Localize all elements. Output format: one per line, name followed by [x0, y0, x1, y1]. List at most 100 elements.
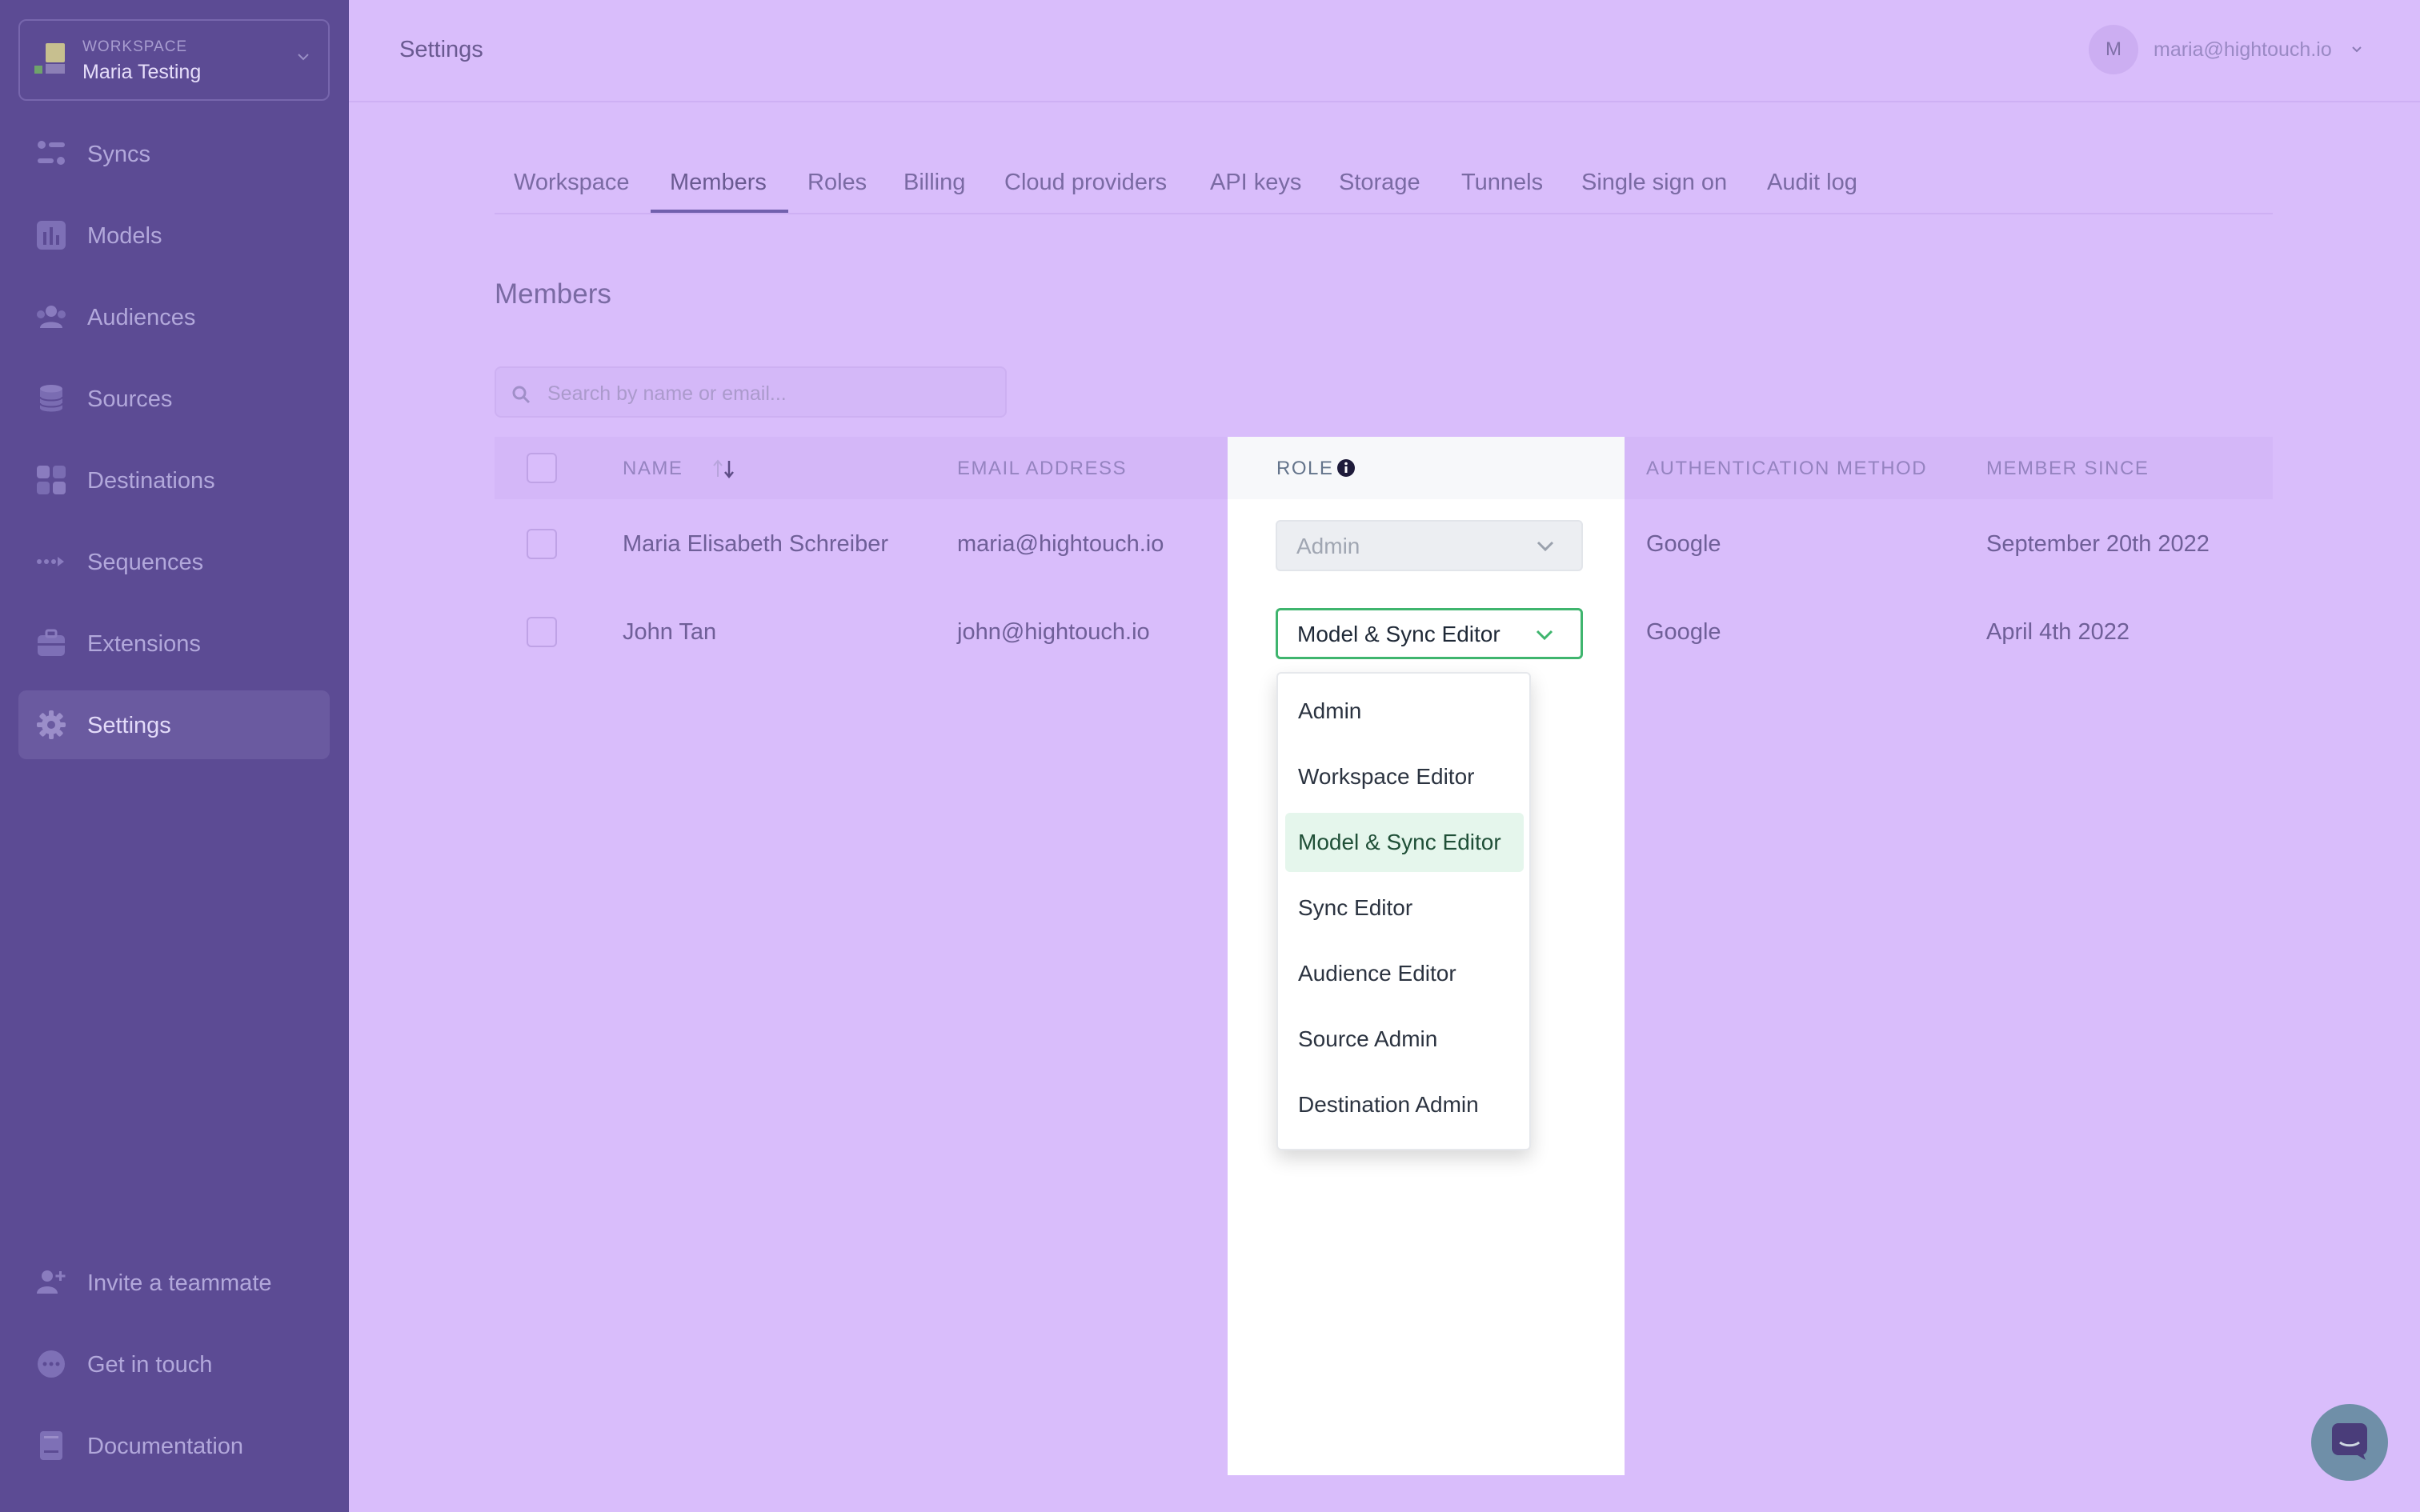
role-option-destination-admin[interactable]: Destination Admin — [1285, 1075, 1524, 1134]
tab-roles[interactable]: Roles — [807, 170, 867, 196]
chat-launcher[interactable] — [2311, 1404, 2388, 1481]
column-header-role: ROLE — [1276, 458, 1334, 479]
column-header-name[interactable]: NAME — [623, 458, 683, 480]
row-checkbox[interactable] — [527, 529, 557, 559]
invite-icon — [37, 1270, 66, 1294]
sidebar-item-label: Destinations — [87, 468, 215, 494]
role-option-model-sync-editor[interactable]: Model & Sync Editor — [1285, 813, 1524, 872]
sidebar-item-label: Extensions — [87, 631, 201, 657]
sequences-icon — [37, 557, 64, 566]
sidebar-item-audiences[interactable]: Audiences — [18, 282, 330, 351]
tab-storage[interactable]: Storage — [1339, 170, 1420, 196]
tab-workspace[interactable]: Workspace — [514, 170, 630, 196]
chevron-down-icon — [298, 54, 309, 61]
tab-single-sign-on[interactable]: Single sign on — [1581, 170, 1727, 196]
sidebar-item-documentation[interactable]: Documentation — [18, 1411, 330, 1480]
extensions-icon — [38, 629, 65, 656]
chevron-down-icon — [1537, 541, 1554, 552]
sidebar-item-sequences[interactable]: Sequences — [18, 527, 330, 596]
column-header-since: MEMBER SINCE — [1986, 458, 2150, 479]
page-title: Settings — [399, 37, 483, 62]
menu-item-label: Audience Editor — [1298, 961, 1456, 986]
sidebar-item-label: Sequences — [87, 550, 204, 575]
search-placeholder: Search by name or email... — [547, 382, 787, 405]
member-auth: Google — [1646, 531, 1721, 557]
role-select-value: Model & Sync Editor — [1297, 622, 1500, 646]
menu-item-label: Workspace Editor — [1298, 764, 1475, 789]
member-since: September 20th 2022 — [1986, 531, 2210, 557]
column-header-auth: AUTHENTICATION METHOD — [1646, 458, 1928, 479]
chat-icon — [38, 1350, 65, 1378]
sidebar-item-sources[interactable]: Sources — [18, 364, 330, 433]
sidebar-item-label: Get in touch — [87, 1352, 213, 1378]
menu-item-label: Admin — [1298, 698, 1362, 723]
member-auth: Google — [1646, 619, 1721, 645]
search-input[interactable]: Search by name or email... — [495, 366, 1007, 418]
sidebar-item-label: Audiences — [87, 305, 196, 330]
role-column-header: ROLE — [1228, 437, 1625, 499]
tab-audit-log[interactable]: Audit log — [1767, 170, 1857, 196]
search-icon — [512, 386, 531, 404]
sidebar-item-label: Syncs — [87, 142, 150, 167]
sidebar-item-syncs[interactable]: Syncs — [18, 119, 330, 188]
settings-tabs: Workspace Members Roles Billing Cloud pr… — [495, 160, 2273, 214]
sidebar-item-models[interactable]: Models — [18, 201, 330, 270]
sidebar-item-invite[interactable]: Invite a teammate — [18, 1248, 330, 1317]
section-title: Members — [495, 278, 611, 310]
tab-cloud-providers[interactable]: Cloud providers — [1004, 170, 1167, 196]
tab-tunnels[interactable]: Tunnels — [1461, 170, 1543, 196]
member-email: maria@hightouch.io — [957, 531, 1164, 557]
role-column-highlight: ROLE Admin Model & Sync Editor Admin Wor… — [1228, 437, 1625, 1475]
workspace-switcher[interactable]: WORKSPACE Maria Testing — [18, 19, 330, 101]
sidebar-item-destinations[interactable]: Destinations — [18, 446, 330, 514]
role-option-admin[interactable]: Admin — [1285, 682, 1524, 741]
role-select[interactable]: Model & Sync Editor — [1276, 608, 1583, 659]
sidebar-item-label: Documentation — [87, 1434, 244, 1459]
syncs-icon — [38, 141, 65, 165]
member-name: Maria Elisabeth Schreiber — [623, 531, 889, 557]
sidebar-item-settings[interactable]: Settings — [18, 690, 330, 759]
row-checkbox[interactable] — [527, 617, 557, 647]
workspace-caption: WORKSPACE — [82, 38, 188, 55]
user-email[interactable]: maria@hightouch.io — [2154, 38, 2332, 62]
sidebar-item-label: Sources — [87, 386, 173, 412]
sidebar-item-label: Invite a teammate — [87, 1270, 272, 1296]
sidebar-item-extensions[interactable]: Extensions — [18, 609, 330, 678]
messenger-icon — [2332, 1423, 2367, 1460]
audiences-icon — [37, 306, 66, 328]
role-select-value: Admin — [1296, 534, 1360, 558]
models-icon — [37, 221, 66, 250]
avatar[interactable]: M — [2089, 25, 2138, 74]
member-since: April 4th 2022 — [1986, 619, 2130, 645]
role-select-disabled: Admin — [1276, 520, 1583, 571]
destinations-icon — [37, 466, 66, 494]
sort-icon[interactable] — [711, 458, 738, 480]
sidebar-item-label: Models — [87, 223, 162, 249]
menu-item-label: Model & Sync Editor — [1298, 830, 1501, 854]
chevron-down-icon — [1536, 630, 1553, 641]
workspace-logo-icon — [34, 43, 65, 75]
settings-icon — [37, 710, 66, 739]
role-option-sync-editor[interactable]: Sync Editor — [1285, 878, 1524, 938]
tab-members[interactable]: Members — [670, 170, 767, 196]
column-header-email: EMAIL ADDRESS — [957, 458, 1128, 479]
tab-api-keys[interactable]: API keys — [1210, 170, 1301, 196]
sidebar: WORKSPACE Maria Testing Syncs Models Aud… — [0, 0, 349, 1512]
sidebar-item-label: Settings — [87, 713, 171, 738]
select-all-checkbox[interactable] — [527, 453, 557, 483]
documentation-icon — [40, 1431, 62, 1460]
info-icon[interactable] — [1336, 458, 1356, 478]
role-option-audience-editor[interactable]: Audience Editor — [1285, 944, 1524, 1003]
menu-item-label: Sync Editor — [1298, 895, 1413, 920]
menu-item-label: Source Admin — [1298, 1026, 1438, 1051]
tab-billing[interactable]: Billing — [903, 170, 965, 196]
role-option-workspace-editor[interactable]: Workspace Editor — [1285, 747, 1524, 806]
role-option-source-admin[interactable]: Source Admin — [1285, 1010, 1524, 1069]
role-dropdown-menu: Admin Workspace Editor Model & Sync Edit… — [1276, 672, 1531, 1150]
active-tab-indicator — [651, 210, 788, 213]
menu-item-label: Destination Admin — [1298, 1092, 1479, 1117]
member-name: John Tan — [623, 619, 717, 645]
chevron-down-icon[interactable] — [2349, 42, 2365, 58]
member-email: john@hightouch.io — [957, 619, 1150, 645]
sidebar-item-get-in-touch[interactable]: Get in touch — [18, 1330, 330, 1398]
